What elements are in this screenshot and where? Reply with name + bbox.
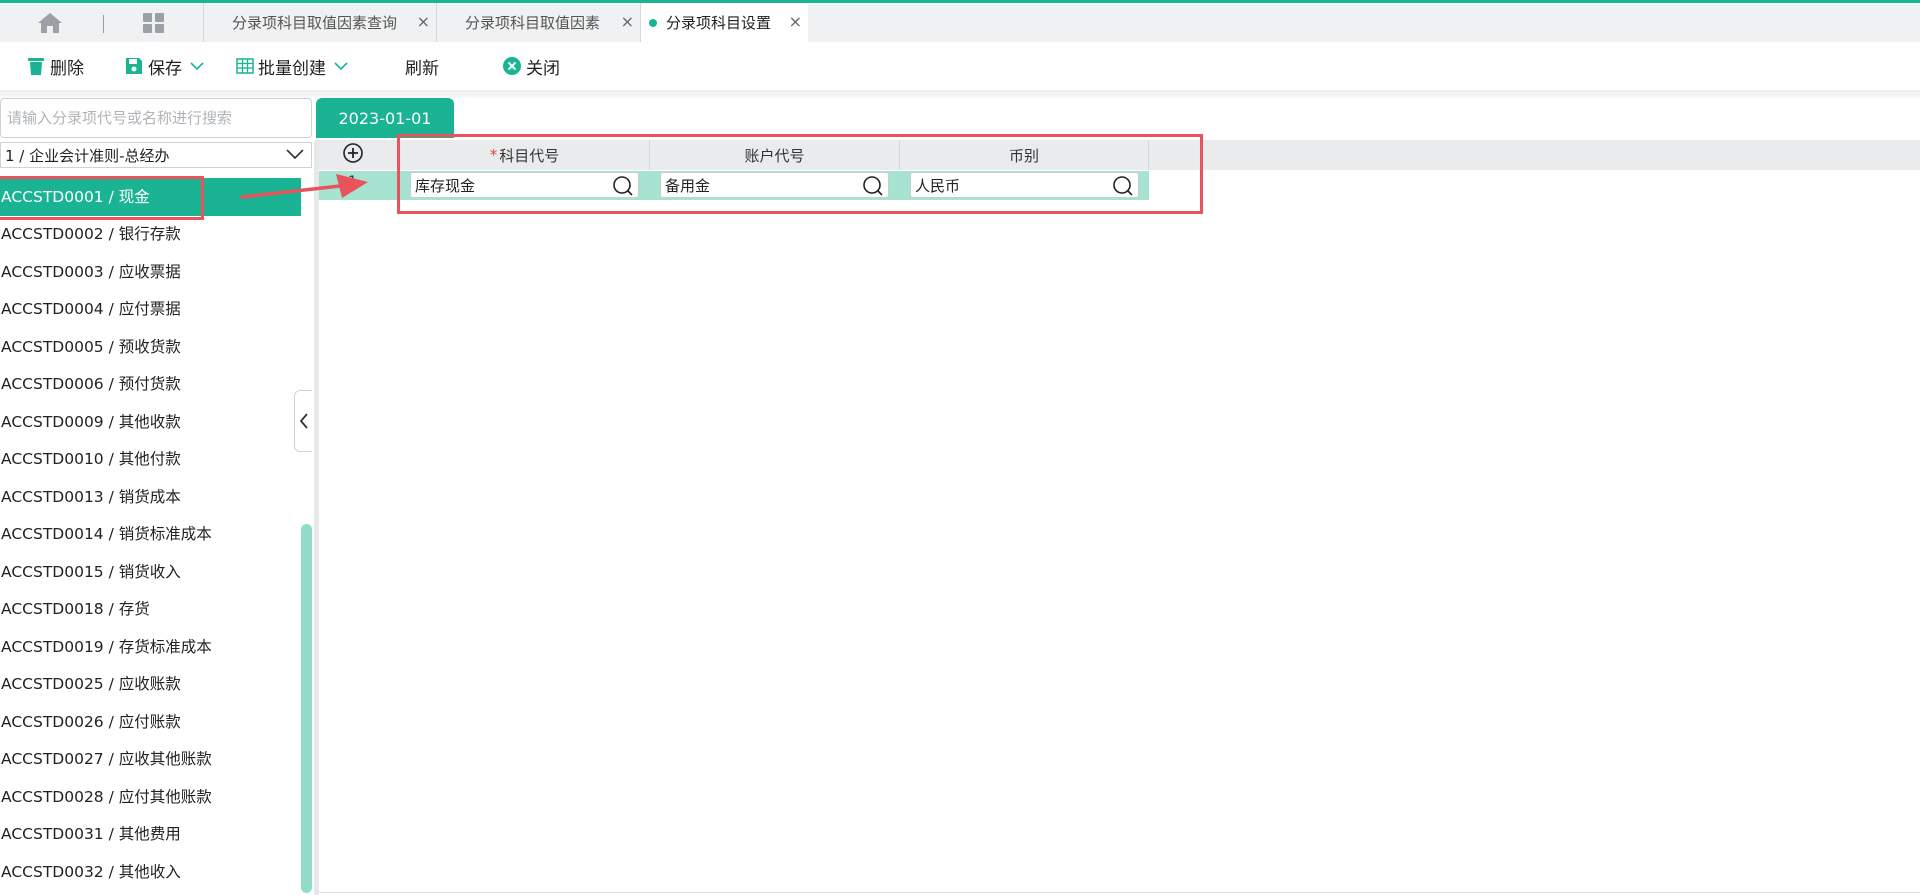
add-row-icon[interactable] (342, 142, 364, 164)
list-item[interactable]: ACCSTD0015 / 销货收入 (0, 554, 300, 592)
tab-query[interactable]: 分录项科目取值因素查询 × (203, 3, 436, 42)
tab-label: 分录项科目设置 (666, 14, 772, 32)
list-item[interactable]: ACCSTD0027 / 应收其他账款 (0, 741, 300, 779)
tab-bar: 分录项科目取值因素查询 × 分录项科目取值因素 × 分录项科目设置 × (0, 0, 1920, 42)
close-circle-icon (503, 57, 521, 75)
list-scrollbar-thumb[interactable] (301, 524, 312, 893)
list-item[interactable]: ACCSTD0028 / 应付其他账款 (0, 779, 300, 817)
save-icon (126, 58, 142, 74)
list-item[interactable]: ACCSTD0002 / 银行存款 (0, 216, 300, 254)
refresh-button[interactable]: 刷新 (405, 42, 439, 90)
batch-create-label: 批量创建 (258, 58, 326, 79)
list-item[interactable]: ACCSTD0019 / 存货标准成本 (0, 629, 300, 667)
collapse-panel-button[interactable] (294, 390, 312, 452)
refresh-label: 刷新 (405, 58, 439, 79)
chevron-down-icon (286, 149, 304, 160)
delete-button[interactable]: 删除 (26, 42, 84, 90)
save-button[interactable]: 保存 (124, 42, 208, 90)
list-item[interactable]: ACCSTD0009 / 其他收款 (0, 404, 300, 442)
list-item[interactable]: ACCSTD0006 / 预付货款 (0, 366, 300, 404)
tab-label: 分录项科目取值因素查询 (232, 14, 398, 32)
chevron-left-icon (299, 413, 308, 429)
list-item[interactable]: ACCSTD0004 / 应付票据 (0, 291, 300, 329)
annotation-highlight-selected-item (0, 176, 204, 220)
annotation-highlight-grid (397, 134, 1203, 214)
list-item[interactable]: ACCSTD0005 / 预收货款 (0, 329, 300, 367)
annotation-arrow-icon (240, 174, 368, 199)
save-label: 保存 (148, 58, 182, 79)
trash-icon (28, 58, 44, 75)
active-tab-dot (649, 18, 657, 27)
date-tab[interactable]: 2023-01-01 (316, 98, 454, 138)
home-icon[interactable] (36, 11, 64, 35)
apps-grid-icon[interactable] (142, 12, 166, 34)
list-item[interactable]: ACCSTD0018 / 存货 (0, 591, 300, 629)
standard-selector[interactable]: 1 / 企业会计准则-总经办 (0, 142, 312, 168)
tab-factor[interactable]: 分录项科目取值因素 × (436, 3, 640, 42)
list-item[interactable]: ACCSTD0003 / 应收票据 (0, 254, 300, 292)
list-item[interactable]: ACCSTD0013 / 销货成本 (0, 479, 300, 517)
chevron-down-icon[interactable] (190, 61, 204, 71)
close-label: 关闭 (526, 58, 560, 79)
entry-list: ACCSTD0001 / 现金 ACCSTD0002 / 银行存款 ACCSTD00… (0, 177, 301, 892)
tab-subject-settings[interactable]: 分录项科目设置 × (640, 3, 808, 42)
toolbar: 删除 保存 批量创建 刷新 关闭 (0, 42, 1920, 90)
batch-create-button[interactable]: 批量创建 (236, 42, 352, 90)
close-icon[interactable]: × (621, 14, 634, 30)
close-icon[interactable]: × (789, 14, 802, 30)
close-icon[interactable]: × (417, 14, 430, 30)
table-icon (236, 58, 254, 74)
delete-label: 删除 (50, 58, 84, 79)
close-button[interactable]: 关闭 (502, 42, 560, 90)
list-item[interactable]: ACCSTD0025 / 应收账款 (0, 666, 300, 704)
list-item[interactable]: ACCSTD0014 / 销货标准成本 (0, 516, 300, 554)
toolbar-divider (0, 90, 1920, 98)
tab-label: 分录项科目取值因素 (465, 14, 601, 32)
list-item[interactable]: ACCSTD0026 / 应付账款 (0, 704, 300, 742)
chevron-down-icon[interactable] (334, 61, 348, 71)
list-item[interactable]: ACCSTD0010 / 其他付款 (0, 441, 300, 479)
list-item[interactable]: ACCSTD0032 / 其他收入 (0, 854, 300, 892)
grid-container (319, 138, 1920, 893)
search-input[interactable] (0, 98, 312, 138)
tab-bar-separator (103, 15, 104, 33)
list-item[interactable]: ACCSTD0031 / 其他费用 (0, 816, 300, 854)
selector-value: 1 / 企业会计准则-总经办 (5, 146, 170, 165)
